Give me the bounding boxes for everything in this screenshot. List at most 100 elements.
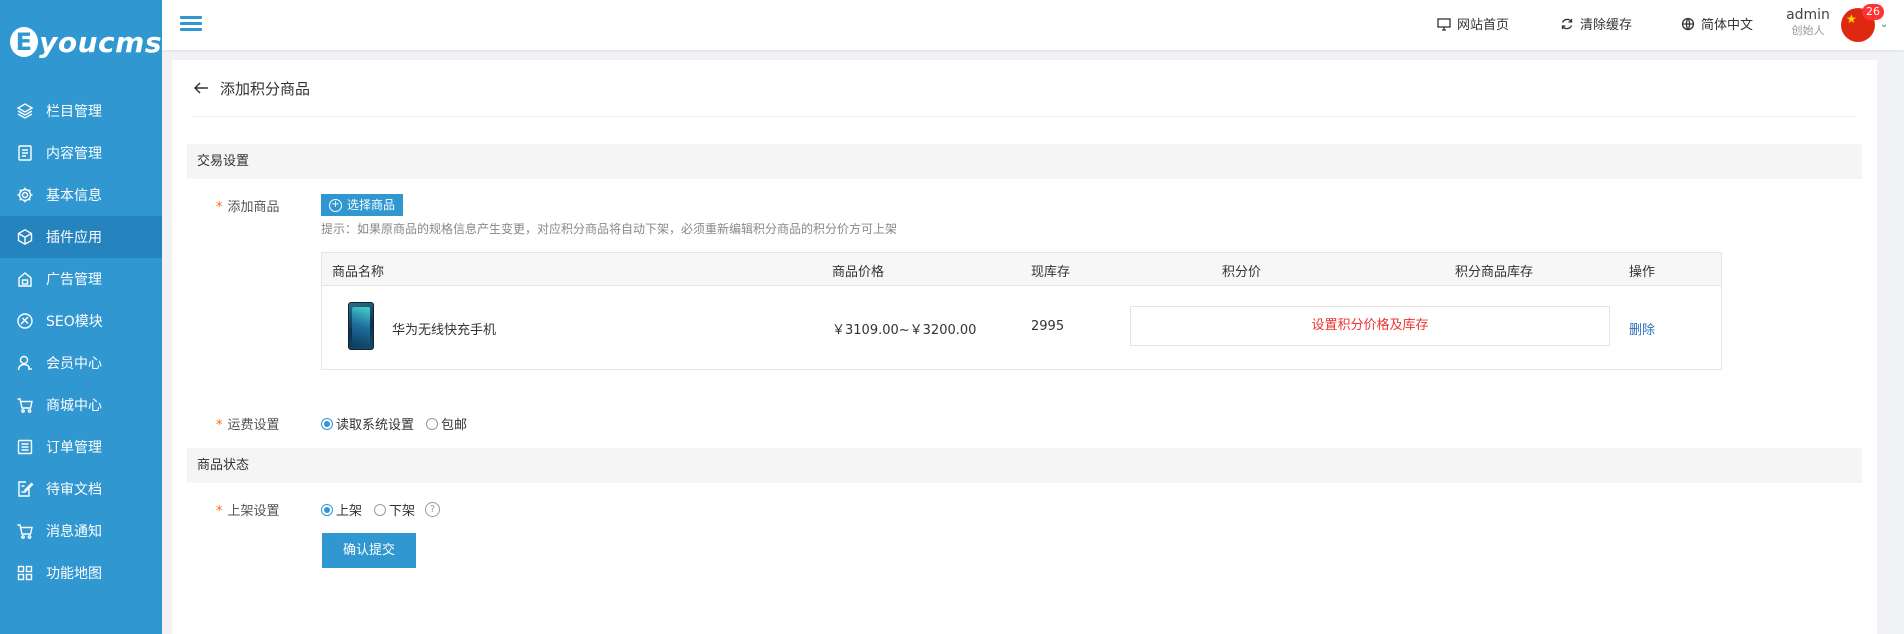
page-title: 添加积分商品 [220, 79, 311, 98]
sidebar-item-members[interactable]: 会员中心 [0, 342, 162, 384]
site-home-link[interactable]: 网站首页 [1437, 14, 1509, 33]
grid-icon [16, 564, 34, 582]
sidebar-item-sitemap[interactable]: 功能地图 [0, 552, 162, 594]
sidebar-item-content[interactable]: 内容管理 [0, 132, 162, 174]
sidebar-item-label: 待审文档 [46, 482, 102, 498]
gear-icon [16, 186, 34, 204]
site-home-label: 网站首页 [1457, 18, 1510, 33]
plus-circle-icon: + [329, 198, 342, 212]
section-goods-status: 商品状态 [187, 448, 1862, 483]
goods-name: 华为无线快充手机 [392, 323, 497, 338]
layers-icon [16, 102, 34, 120]
chevron-down-icon[interactable]: ⌄ [1880, 19, 1888, 30]
sidebar-item-orders[interactable]: 订单管理 [0, 426, 162, 468]
submit-button[interactable]: 确认提交 [322, 533, 416, 568]
help-icon[interactable]: ? [425, 502, 441, 517]
col-goods-name: 商品名称 [332, 265, 385, 280]
radio-unselected[interactable] [426, 417, 439, 430]
sidebar-item-basic-info[interactable]: 基本信息 [0, 174, 162, 216]
clear-cache-link[interactable]: 清除缓存 [1560, 14, 1632, 33]
sidebar-item-label: 消息通知 [46, 524, 102, 540]
edit-doc-icon [16, 480, 34, 498]
sidebar-item-label: 商城中心 [46, 398, 102, 414]
sidebar-item-label: 订单管理 [46, 440, 102, 456]
cube-icon [16, 228, 34, 246]
sidebar-item-label: 插件应用 [46, 230, 102, 246]
sidebar-item-label: 栏目管理 [46, 104, 102, 120]
radio-selected[interactable] [321, 417, 333, 430]
globe-icon [1681, 17, 1695, 30]
language-switch[interactable]: 简体中文 [1681, 14, 1753, 33]
sidebar-item-category[interactable]: 栏目管理 [0, 90, 162, 132]
logo[interactable]: E youcms [0, 0, 162, 84]
table-header: 商品名称 商品价格 现库存 积分价 积分商品库存 操作 [322, 253, 1721, 286]
list-icon [16, 438, 34, 456]
select-goods-button[interactable]: + 选择商品 [321, 194, 404, 216]
menu-toggle-icon[interactable] [180, 13, 202, 35]
listing-options: 上架 下架 ? [321, 500, 441, 519]
sidebar-item-label: 基本信息 [46, 188, 102, 204]
listing-option-off[interactable]: 下架 [374, 500, 415, 519]
col-stock: 现库存 [1031, 265, 1071, 280]
sidebar-item-label: 会员中心 [46, 356, 102, 372]
tip-text: 提示：如果原商品的规格信息产生变更，对应积分商品将自动下架，必须重新编辑积分商品… [321, 222, 898, 236]
sidebar-menu: 栏目管理 内容管理 基本信息 插件应用 广告管理 SEO模块 会员中心 商城中心… [0, 90, 162, 594]
notification-badge: 26 [1862, 4, 1884, 20]
required-mark: * [216, 200, 223, 215]
monitor-icon [1437, 17, 1451, 31]
top-header [162, 0, 1904, 50]
product-thumbnail [348, 302, 374, 350]
col-points-price: 积分价 [1222, 265, 1262, 280]
document-icon [16, 144, 34, 162]
required-mark: * [216, 504, 223, 519]
user-role: 创始人 [1791, 23, 1825, 37]
sidebar: E youcms 栏目管理 内容管理 基本信息 插件应用 广告管理 SEO模块 [0, 0, 162, 634]
sidebar-item-seo[interactable]: SEO模块 [0, 300, 162, 342]
shipping-option-system[interactable]: 读取系统设置 [321, 414, 414, 433]
clear-cache-label: 清除缓存 [1580, 18, 1633, 33]
select-goods-label: 选择商品 [347, 198, 396, 212]
user-info[interactable]: admin 创始人 [1778, 7, 1838, 37]
sidebar-item-shop[interactable]: 商城中心 [0, 384, 162, 426]
add-goods-label: * 添加商品 [216, 200, 280, 215]
user-icon [16, 354, 34, 372]
section-trade-settings: 交易设置 [187, 144, 1862, 179]
sidebar-item-pending-docs[interactable]: 待审文档 [0, 468, 162, 510]
listing-label: * 上架设置 [216, 504, 280, 519]
cart-icon [16, 522, 34, 540]
radio-selected[interactable] [321, 503, 333, 516]
col-action: 操作 [1629, 265, 1656, 280]
star-icon: ★ [1846, 12, 1857, 26]
col-price: 商品价格 [832, 265, 885, 280]
cart-icon [16, 396, 34, 414]
refresh-icon [1561, 18, 1573, 29]
sidebar-item-label: SEO模块 [46, 314, 103, 330]
language-label: 简体中文 [1701, 18, 1754, 33]
listing-option-on[interactable]: 上架 [321, 500, 362, 519]
radio-unselected[interactable] [374, 503, 387, 516]
shipping-label: * 运费设置 [216, 418, 280, 433]
page-title-bar: 添加积分商品 [192, 60, 1857, 117]
delete-link[interactable]: 删除 [1629, 319, 1655, 338]
shipping-options: 读取系统设置 包邮 [321, 414, 479, 433]
goods-stock: 2995 [1031, 319, 1065, 334]
sidebar-item-plugins[interactable]: 插件应用 [0, 216, 162, 258]
table-row: 华为无线快充手机 ￥3109.00~￥3200.00 2995 设置积分价格及库… [322, 286, 1721, 370]
goods-price: ￥3109.00~￥3200.00 [832, 323, 977, 338]
goods-table: 商品名称 商品价格 现库存 积分价 积分商品库存 操作 华为无线快充手机 ￥31… [321, 252, 1722, 370]
sidebar-item-ads[interactable]: 广告管理 [0, 258, 162, 300]
user-name: admin [1786, 7, 1830, 23]
required-mark: * [216, 418, 223, 433]
set-points-price-button[interactable]: 设置积分价格及库存 [1130, 306, 1610, 346]
sidebar-item-notifications[interactable]: 消息通知 [0, 510, 162, 552]
seo-icon [16, 312, 34, 330]
back-arrow-icon[interactable] [192, 79, 210, 97]
logo-text: youcms [39, 25, 162, 59]
logo-mark: E [10, 27, 39, 57]
shipping-option-free[interactable]: 包邮 [426, 414, 467, 433]
col-points-stock: 积分商品库存 [1455, 265, 1534, 280]
main-panel: 添加积分商品 交易设置 * 添加商品 + 选择商品 提示：如果原商品的规格信息产生… [172, 60, 1877, 634]
ad-icon [16, 270, 34, 288]
sidebar-item-label: 功能地图 [46, 566, 102, 582]
sidebar-item-label: 广告管理 [46, 272, 102, 288]
